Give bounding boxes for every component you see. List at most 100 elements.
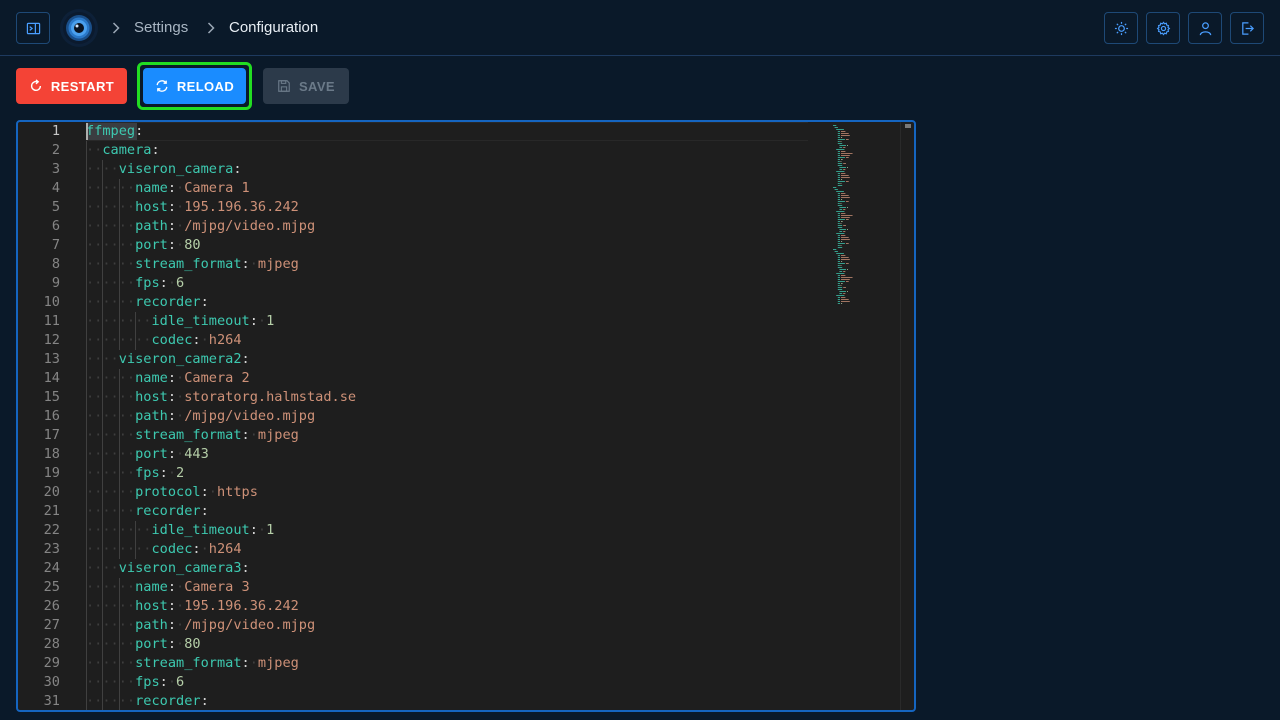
minimap-line [836, 295, 845, 296]
minimap-line [840, 223, 842, 224]
eye-logo-icon [63, 12, 95, 44]
line-number: 21 [43, 503, 60, 519]
breadcrumb-settings[interactable]: Settings [134, 19, 188, 36]
gear-icon [1156, 21, 1170, 35]
whitespace-dots: ······ [86, 389, 136, 405]
minimap-line [836, 171, 845, 172]
minimap-line [837, 179, 840, 180]
line-number: 8 [51, 256, 60, 272]
minimap-line [843, 231, 846, 232]
minimap-line [837, 227, 843, 228]
minimap-line [841, 301, 850, 302]
restart-button[interactable]: RESTART [16, 68, 127, 104]
yaml-colon: : [192, 541, 201, 557]
sidebar-toggle-button[interactable] [16, 12, 50, 44]
yaml-colon: : [167, 370, 177, 386]
yaml-key: viseron_camera3 [118, 560, 242, 576]
whitespace-dots: ······ [86, 674, 136, 690]
minimap-line [837, 265, 840, 266]
minimap-line [834, 189, 838, 190]
minimap-line [837, 243, 845, 244]
save-icon [278, 80, 290, 92]
whitespace-dots: · [176, 636, 185, 652]
whitespace-dots: ······ [86, 579, 136, 595]
minimap-line [841, 261, 843, 262]
minimap-line [847, 229, 848, 230]
theme-toggle-button[interactable] [1104, 12, 1138, 44]
yaml-code-editor[interactable]: 1 2 3 4 5 6 7 8 9 10 11 12 13 14 15 16 17 18 19 20 21 22 23 24 2… [16, 120, 916, 712]
yaml-key: codec [151, 541, 193, 557]
code-line: ······fps:·6 [86, 274, 184, 293]
minimap-line [837, 193, 840, 194]
line-number: 23 [43, 541, 60, 557]
line-number: 28 [43, 636, 60, 652]
reload-button[interactable]: RELOAD [143, 68, 246, 104]
yaml-value: 80 [184, 237, 201, 253]
line-number: 26 [43, 598, 60, 614]
yaml-key: idle_timeout [151, 313, 250, 329]
scrollbar-thumb[interactable] [905, 124, 911, 128]
minimap-line [837, 195, 840, 196]
whitespace-dots: ········ [86, 541, 152, 557]
minimap-line [841, 297, 846, 298]
minimap-line [837, 235, 840, 236]
viseron-eye-logo[interactable] [60, 9, 98, 47]
minimap-line [837, 153, 840, 154]
whitespace-dots: ······ [86, 275, 136, 291]
minimap-line [845, 139, 849, 140]
code-line: ······name:·Camera 1 [86, 179, 250, 198]
line-number: 30 [43, 674, 60, 690]
whitespace-dots: ···· [86, 351, 119, 367]
minimap-line [839, 147, 843, 148]
code-area[interactable]: ffmpeg: ··camera: ····viseron_camera: ·····… [86, 122, 811, 710]
whitespace-dots: ······ [86, 427, 136, 443]
settings-button[interactable] [1146, 12, 1180, 44]
yaml-colon: : [167, 636, 177, 652]
minimap-line [837, 245, 840, 246]
save-button[interactable]: SAVE [263, 68, 349, 104]
minimap-line [847, 269, 848, 270]
logout-button[interactable] [1230, 12, 1264, 44]
whitespace-dots: · [176, 370, 185, 386]
whitespace-dots: · [176, 180, 185, 196]
profile-button[interactable] [1188, 12, 1222, 44]
yaml-colon: : [159, 465, 168, 481]
minimap-line [843, 209, 846, 210]
minimap-line [837, 241, 840, 242]
minimap-line [837, 247, 843, 248]
editor-minimap[interactable] [813, 122, 903, 322]
yaml-colon: : [167, 408, 177, 424]
line-number: 16 [43, 408, 60, 424]
line-number: 5 [51, 199, 60, 215]
minimap-line [836, 211, 845, 212]
whitespace-dots: ········ [86, 332, 152, 348]
line-number: 4 [51, 180, 60, 196]
yaml-colon: : [200, 693, 209, 709]
minimap-line [833, 187, 837, 188]
whitespace-dots: · [167, 465, 177, 481]
line-number-gutter: 1 2 3 4 5 6 7 8 9 10 11 12 13 14 15 16 17 18 19 20 21 22 23 24 2… [18, 122, 76, 710]
line-number: 6 [51, 218, 60, 234]
minimap-line [836, 149, 845, 150]
minimap-line [837, 239, 840, 240]
minimap-line [837, 133, 840, 134]
minimap-line [841, 235, 846, 236]
minimap-line [837, 135, 840, 136]
minimap-line [841, 159, 843, 160]
minimap-line [837, 177, 840, 178]
minimap-line [841, 155, 850, 156]
whitespace-dots: · [176, 598, 185, 614]
editor-scrollbar[interactable] [900, 122, 914, 710]
yaml-colon: : [192, 332, 201, 348]
line-number: 24 [43, 560, 60, 576]
yaml-key: path [135, 218, 168, 234]
whitespace-dots: ······ [86, 446, 136, 462]
minimap-line [837, 283, 840, 284]
yaml-key: fps [135, 275, 160, 291]
code-line: ········idle_timeout:·1 [86, 312, 274, 331]
yaml-key: recorder [135, 693, 201, 709]
code-line: ········idle_timeout:·1 [86, 521, 274, 540]
whitespace-dots: ······ [86, 503, 136, 519]
minimap-line [841, 193, 846, 194]
code-line: ······protocol:·https [86, 483, 258, 502]
